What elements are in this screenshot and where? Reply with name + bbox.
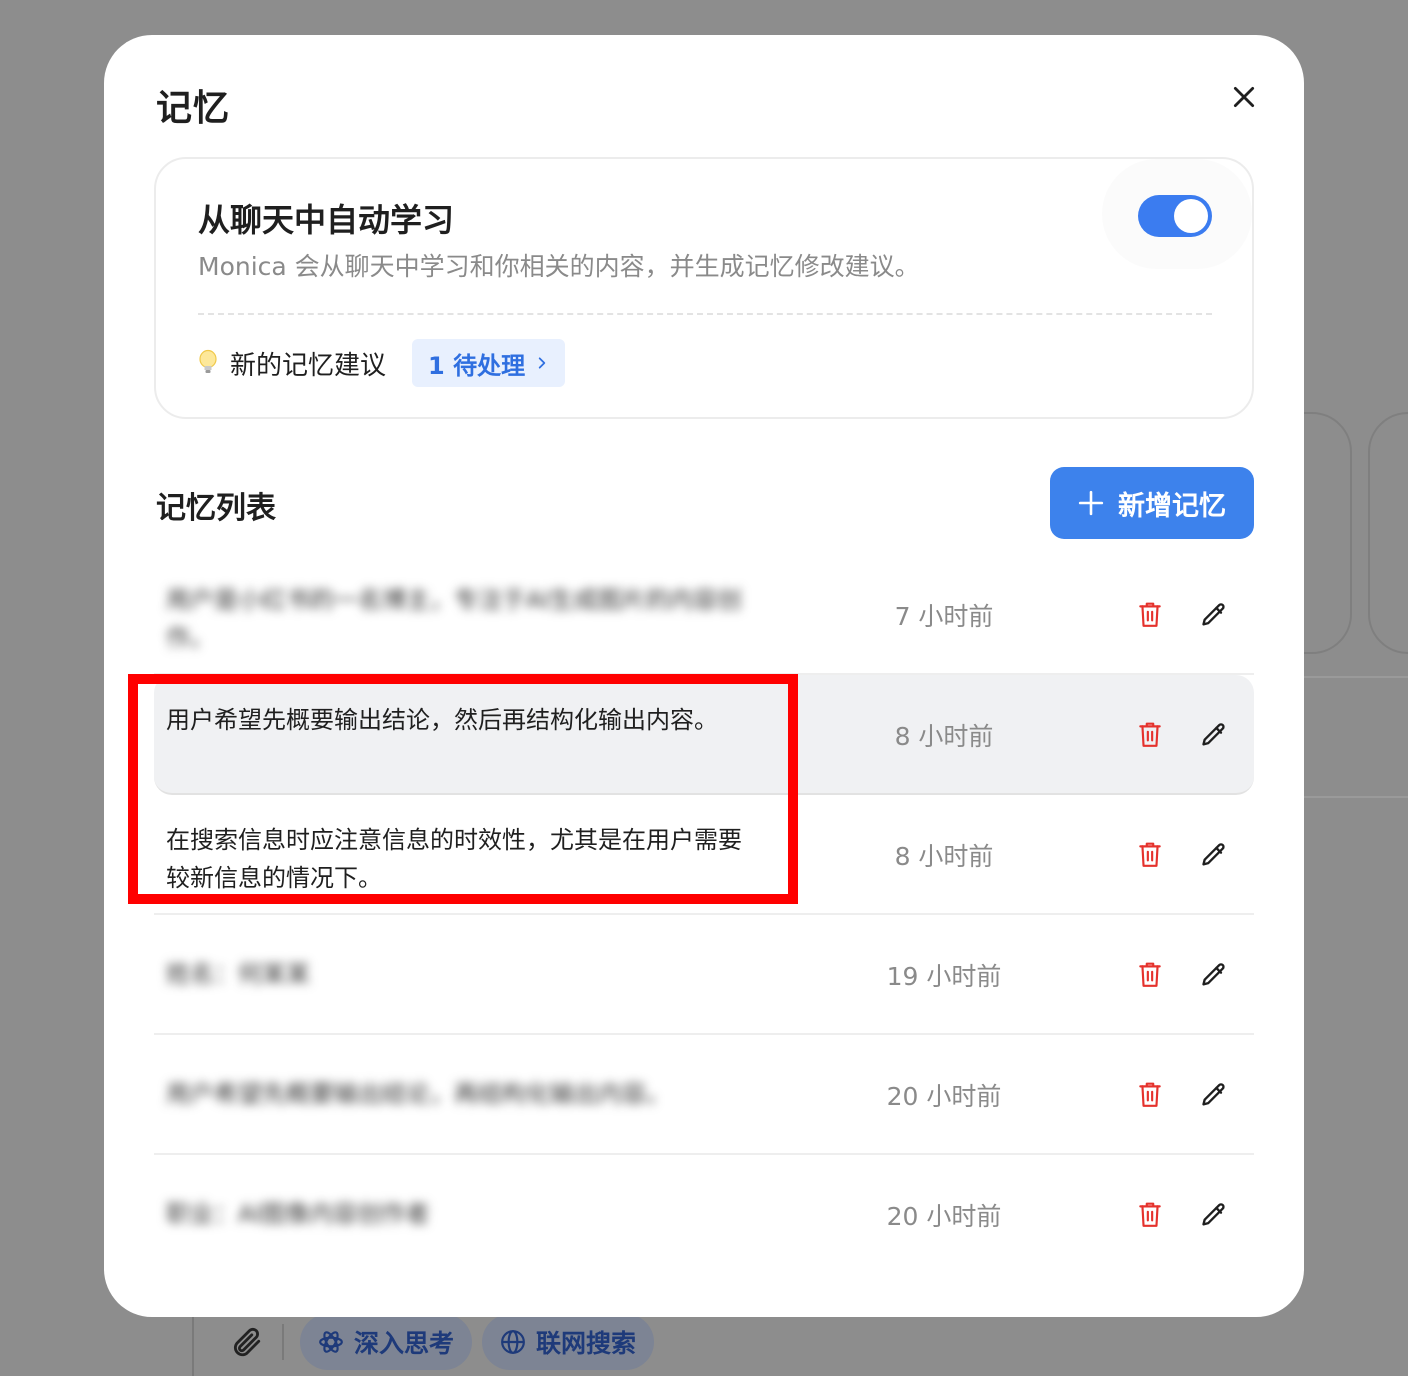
delete-memory-button[interactable] (1130, 1195, 1170, 1235)
memory-text: 在搜索信息时应注意信息的时效性，尤其是在用户需要较新信息的情况下。 (166, 826, 742, 892)
memory-time: 8 小时前 (894, 722, 994, 751)
suggestions-label: 新的记忆建议 (230, 350, 387, 381)
memory-item: 在搜索信息时应注意信息的时效性，尤其是在用户需要较新信息的情况下。 8 小时前 (154, 795, 1254, 915)
edit-memory-button[interactable] (1194, 595, 1234, 635)
memory-item: 用户是小红书的一名博主，专注于AI生成图片的内容创作。 7 小时前 (154, 555, 1254, 675)
edit-memory-button[interactable] (1194, 1075, 1234, 1115)
memory-list: 用户是小红书的一名博主，专注于AI生成图片的内容创作。 7 小时前 用户希望先概… (154, 555, 1254, 1275)
add-memory-button[interactable]: 新增记忆 (1050, 467, 1254, 539)
delete-memory-button[interactable] (1130, 1075, 1170, 1115)
auto-learn-toggle[interactable] (1138, 195, 1212, 237)
edit-memory-button[interactable] (1194, 1195, 1234, 1235)
close-icon (1233, 86, 1255, 108)
trash-icon (1139, 842, 1161, 867)
paperclip-icon[interactable] (226, 1322, 266, 1362)
chat-input-toolbar: 深入思考 联网搜索 (226, 1312, 655, 1372)
trash-icon (1139, 1202, 1161, 1227)
pencil-icon (1202, 963, 1225, 986)
memory-time: 7 小时前 (894, 602, 994, 631)
memory-text: 用户是小红书的一名博主，专注于AI生成图片的内容创作。 (166, 586, 742, 652)
memory-text: 用户希望先概要输出结论，再结构化输出内容。 (166, 1080, 670, 1108)
memory-time: 20 小时前 (886, 1202, 1002, 1231)
memory-modal: 记忆 从聊天中自动学习 Monica 会从聊天中学习和你相关的内容，并生成记忆修… (104, 35, 1304, 1317)
pencil-icon (1202, 843, 1225, 866)
web-search-button[interactable]: 联网搜索 (482, 1314, 655, 1370)
dashed-divider (198, 313, 1212, 315)
web-search-label: 联网搜索 (536, 1329, 637, 1358)
memory-list-title: 记忆列表 (156, 491, 276, 526)
background-card (1368, 412, 1408, 654)
memory-time: 19 小时前 (886, 962, 1002, 991)
edit-memory-button[interactable] (1194, 835, 1234, 875)
trash-icon (1139, 962, 1161, 987)
pencil-icon (1202, 1203, 1225, 1226)
background-divider (192, 1316, 194, 1376)
edit-memory-button[interactable] (1194, 715, 1234, 755)
pencil-icon (1202, 723, 1225, 746)
add-memory-label: 新增记忆 (1118, 490, 1226, 522)
atom-icon (319, 1331, 343, 1353)
memory-time: 20 小时前 (886, 1082, 1002, 1111)
modal-title: 记忆 (156, 88, 231, 129)
globe-icon (501, 1330, 525, 1354)
toggle-knob (1174, 199, 1208, 233)
trash-icon (1139, 1082, 1161, 1107)
memory-text: 用户希望先概要输出结论，然后再结构化输出内容。 (166, 706, 718, 734)
close-button[interactable] (1224, 77, 1264, 117)
memory-item: 用户希望先概要输出结论，然后再结构化输出内容。 8 小时前 (154, 675, 1254, 795)
pending-count: 1 待处理 (428, 351, 526, 380)
edit-memory-button[interactable] (1194, 955, 1234, 995)
memory-item: 姓名：何某某 19 小时前 (154, 915, 1254, 1035)
memory-text: 姓名：何某某 (166, 960, 310, 988)
chevron-right-icon (538, 357, 546, 369)
trash-icon (1139, 722, 1161, 747)
auto-learn-card: 从聊天中自动学习 Monica 会从聊天中学习和你相关的内容，并生成记忆修改建议… (154, 157, 1254, 419)
deep-think-button[interactable]: 深入思考 (300, 1314, 473, 1370)
delete-memory-button[interactable] (1130, 835, 1170, 875)
toolbar-separator (282, 1324, 284, 1360)
auto-learn-title: 从聊天中自动学习 (198, 201, 455, 239)
trash-icon (1139, 602, 1161, 627)
memory-item: 职业：AI图像内容创作者 20 小时前 (154, 1155, 1254, 1275)
delete-memory-button[interactable] (1130, 595, 1170, 635)
lightbulb-icon (198, 348, 220, 378)
delete-memory-button[interactable] (1130, 955, 1170, 995)
suggestions-row: 新的记忆建议 1 待处理 (198, 339, 566, 387)
auto-learn-description: Monica 会从聊天中学习和你相关的内容，并生成记忆修改建议。 (198, 252, 920, 281)
background-divider (1300, 676, 1408, 678)
pencil-icon (1202, 1083, 1225, 1106)
memory-text: 职业：AI图像内容创作者 (166, 1200, 430, 1228)
delete-memory-button[interactable] (1130, 715, 1170, 755)
background-divider (1300, 796, 1408, 798)
plus-icon (1078, 490, 1104, 516)
deep-think-label: 深入思考 (354, 1329, 455, 1358)
memory-item: 用户希望先概要输出结论，再结构化输出内容。 20 小时前 (154, 1035, 1254, 1155)
pending-suggestions-button[interactable]: 1 待处理 (412, 339, 566, 387)
memory-time: 8 小时前 (894, 842, 994, 871)
pencil-icon (1202, 603, 1225, 626)
